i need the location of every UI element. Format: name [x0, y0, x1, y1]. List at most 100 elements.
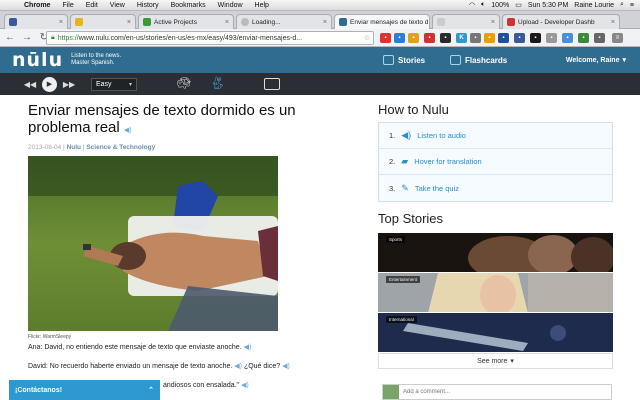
flashcards-icon [450, 55, 461, 65]
tab-favicon [75, 18, 83, 26]
extension-k-icon[interactable]: K [456, 33, 467, 43]
avatar [383, 385, 399, 399]
transcript-line-1[interactable]: Ana: David, no entiendo este mensaje de … [28, 343, 251, 351]
howto-heading: How to Nulu [378, 102, 449, 117]
user-menu[interactable]: Raine Lourie [574, 2, 614, 9]
menu-app[interactable]: Chrome [18, 2, 56, 9]
menu-view[interactable]: View [104, 2, 131, 9]
article-source[interactable]: Nulu [67, 144, 81, 151]
fast-forward-icon[interactable]: ▶▶ [61, 80, 77, 89]
extension-icon[interactable]: ▪ [530, 33, 541, 43]
transcript-line-2[interactable]: David: No recuerdo haberte enviado un me… [28, 362, 290, 370]
quiz-pencil-icon: ✎ [401, 182, 409, 193]
clock[interactable]: Sun 5:30 PM [528, 2, 568, 9]
close-icon[interactable]: × [323, 19, 327, 26]
nav-stories[interactable]: Stories [383, 47, 425, 73]
speaker-icon[interactable]: ◀) [234, 363, 242, 370]
user-menu[interactable]: Welcome, Raine ▾ [566, 47, 626, 73]
tab-1[interactable]: × [4, 14, 68, 29]
close-icon[interactable]: × [611, 19, 615, 26]
extension-icon[interactable]: ▪ [470, 33, 481, 43]
address-bar[interactable]: 🔒︎ https:// www.nulu.com/en-us/stories/e… [46, 31, 374, 45]
tab-nulu-article[interactable]: Enviar mensajes de texto d × [334, 14, 430, 29]
close-icon[interactable]: × [225, 19, 229, 26]
story-tag: Sports [386, 236, 406, 243]
tab-favicon [9, 18, 17, 26]
menu-file[interactable]: File [56, 2, 79, 9]
tab-active-projects[interactable]: Active Projects × [138, 14, 234, 29]
tab-6[interactable]: × [432, 14, 500, 29]
forward-icon[interactable]: → [20, 31, 34, 45]
howto-item-hover[interactable]: 2. ▰ Hover for translation [379, 149, 612, 175]
stories-icon [383, 55, 394, 65]
extension-icon[interactable]: ▪ [562, 33, 573, 43]
comment-box [382, 384, 612, 400]
comment-input[interactable] [403, 389, 603, 395]
article-meta: 2013-08-04 | Nulu | Science & Technology [28, 144, 156, 151]
see-more-button[interactable]: See more ▾ [378, 353, 613, 369]
extension-icon[interactable]: ▪ [440, 33, 451, 43]
audio-player: ◀◀ ▶ ▶▶ Easy ▾ [0, 73, 640, 95]
tab-upload-dashboard[interactable]: Upload - Developer Dashb × [502, 14, 620, 29]
lock-icon: 🔒︎ [51, 34, 55, 41]
tab-favicon [339, 18, 347, 26]
top-stories: Sports Entertainment International See m… [378, 233, 613, 369]
speaker-icon[interactable]: ◀) [241, 382, 249, 389]
tab-strip: × × Active Projects × Loading... × Envia… [0, 11, 640, 29]
article: Enviar mensajes de texto dormido es un p… [28, 102, 328, 151]
nulu-logo[interactable]: nūlu [12, 49, 63, 71]
article-category[interactable]: Science & Technology [86, 144, 155, 151]
turtle-slow-icon[interactable]: 🐢︎ [176, 76, 191, 90]
nav-flashcards[interactable]: Flashcards [450, 47, 507, 73]
extension-css-icon[interactable]: ▪ [594, 33, 605, 43]
bookmark-star-icon[interactable]: ☆ [364, 34, 373, 42]
play-icon[interactable]: ▶ [42, 76, 57, 92]
rewind-icon[interactable]: ◀◀ [22, 80, 38, 89]
close-icon[interactable]: × [491, 19, 495, 26]
menu-help[interactable]: Help [249, 2, 275, 9]
menu-icon[interactable]: ≡ [612, 33, 623, 43]
menu-history[interactable]: History [131, 2, 165, 9]
back-icon[interactable]: ← [3, 31, 17, 45]
rabbit-fast-icon[interactable]: 🐇︎ [210, 76, 225, 90]
wifi-icon[interactable]: ◠ [469, 1, 475, 9]
extension-icon[interactable]: ▪ [514, 33, 525, 43]
speaker-icon[interactable]: ◀) [282, 363, 290, 370]
tab-favicon [437, 18, 445, 26]
speaker-icon[interactable]: ◀) [124, 127, 132, 134]
menu-window[interactable]: Window [212, 2, 249, 9]
spotlight-icon[interactable]: ⌕ [620, 1, 624, 9]
battery-icon[interactable]: ▭ [515, 1, 522, 9]
extension-icon[interactable]: ▪ [498, 33, 509, 43]
howto-item-listen[interactable]: 1. ◀) Listen to audio [379, 123, 612, 149]
howto-item-quiz[interactable]: 3. ✎ Take the quiz [379, 175, 612, 201]
extension-pdf-icon[interactable]: ▪ [380, 33, 391, 43]
contact-us-bar[interactable]: ¡Contáctanos! ⌃ [9, 380, 160, 400]
menu-edit[interactable]: Edit [80, 2, 104, 9]
battery-percent[interactable]: 100% [491, 2, 509, 9]
extension-icon[interactable]: ▪ [424, 33, 435, 43]
browser-toolbar: ← → ↻ 🔒︎ https:// www.nulu.com/en-us/sto… [0, 29, 640, 47]
speaker-icon[interactable]: ◀) [244, 344, 252, 351]
notifications-icon[interactable]: ≡ [630, 2, 634, 9]
volume-icon[interactable]: 🔈︎ [481, 1, 485, 9]
story-international[interactable]: International [378, 313, 613, 353]
story-sports[interactable]: Sports [378, 233, 613, 273]
level-select[interactable]: Easy ▾ [91, 77, 137, 91]
extension-icon[interactable]: ▪ [408, 33, 419, 43]
story-entertainment[interactable]: Entertainment [378, 273, 613, 313]
extension-icon[interactable]: ▪ [546, 33, 557, 43]
close-icon[interactable]: × [59, 19, 63, 26]
transcript-icon[interactable] [264, 78, 280, 90]
sidebar: How to Nulu 1. ◀) Listen to audio 2. ▰ H… [378, 102, 613, 226]
audio-icon: ◀) [401, 130, 412, 140]
tab-2[interactable]: × [70, 14, 136, 29]
extension-icon[interactable]: ▪ [394, 33, 405, 43]
extension-icon[interactable]: ▪ [578, 33, 589, 43]
close-icon[interactable]: × [127, 19, 131, 26]
site-tagline: Listen to the news. Master Spanish. [71, 53, 122, 66]
tab-loading[interactable]: Loading... × [236, 14, 332, 29]
menu-bookmarks[interactable]: Bookmarks [165, 2, 212, 9]
transcript-line-3[interactable]: andiosos con ensalada." ◀) [163, 381, 249, 389]
extension-icon[interactable]: ▪ [484, 33, 495, 43]
